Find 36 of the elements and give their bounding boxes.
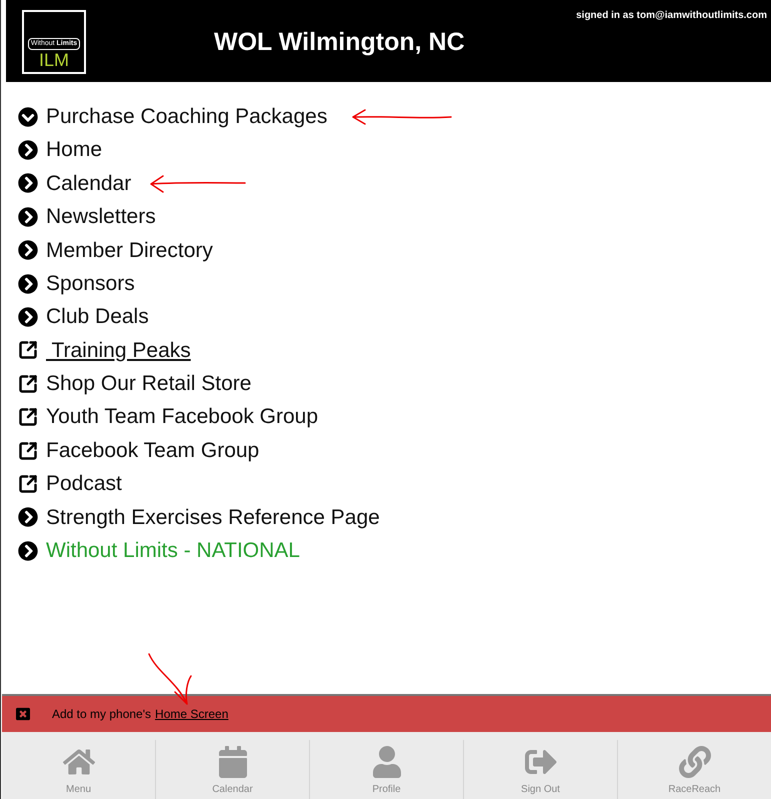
external-link-icon (18, 474, 38, 494)
chevron-down-icon (18, 106, 38, 127)
external-link-icon (18, 407, 38, 428)
close-icon[interactable] (16, 707, 30, 721)
chevron-right-icon (18, 240, 38, 260)
user-icon (370, 746, 402, 778)
calendar-icon (216, 746, 248, 778)
banner-text: Add to my phone's (52, 706, 152, 723)
menu-link[interactable]: Strength Exercises Reference Page (46, 502, 380, 534)
menu-link[interactable]: Training Peaks (46, 334, 191, 366)
chevron-right-icon (18, 507, 38, 528)
chevron-right-icon (18, 173, 38, 194)
chevron-right-icon (18, 206, 38, 227)
menu-link[interactable]: Purchase Coaching Packages (46, 100, 328, 132)
menu-link[interactable]: Newsletters (46, 201, 156, 233)
menu-link[interactable]: Facebook Team Group (46, 434, 260, 466)
external-link-icon (18, 374, 38, 394)
menu-link[interactable]: Home (46, 134, 102, 166)
menu-link[interactable]: Shop Our Retail Store (46, 368, 252, 400)
chevron-right-icon (18, 274, 38, 294)
chevron-right-icon (18, 140, 38, 160)
menu-link[interactable]: Youth Team Facebook Group (46, 401, 318, 433)
menu-link[interactable]: Podcast (46, 468, 122, 500)
menu-link[interactable]: Club Deals (46, 301, 149, 333)
signed-in-text: signed in as tom@iamwithoutlimits.com (576, 9, 767, 23)
menu-link[interactable]: Calendar (46, 168, 132, 200)
menu-link[interactable]: Member Directory (46, 234, 213, 266)
chevron-right-icon (18, 307, 38, 328)
external-link-icon (18, 340, 38, 360)
chevron-right-icon (18, 540, 38, 561)
logo-code: ILM (38, 50, 69, 70)
link-icon (678, 746, 710, 778)
external-link-icon (18, 440, 38, 461)
page-title: WOL Wilmington, NC (214, 27, 465, 58)
menu-link[interactable]: Sponsors (46, 268, 135, 300)
home-screen-link[interactable]: Home Screen (155, 705, 228, 723)
